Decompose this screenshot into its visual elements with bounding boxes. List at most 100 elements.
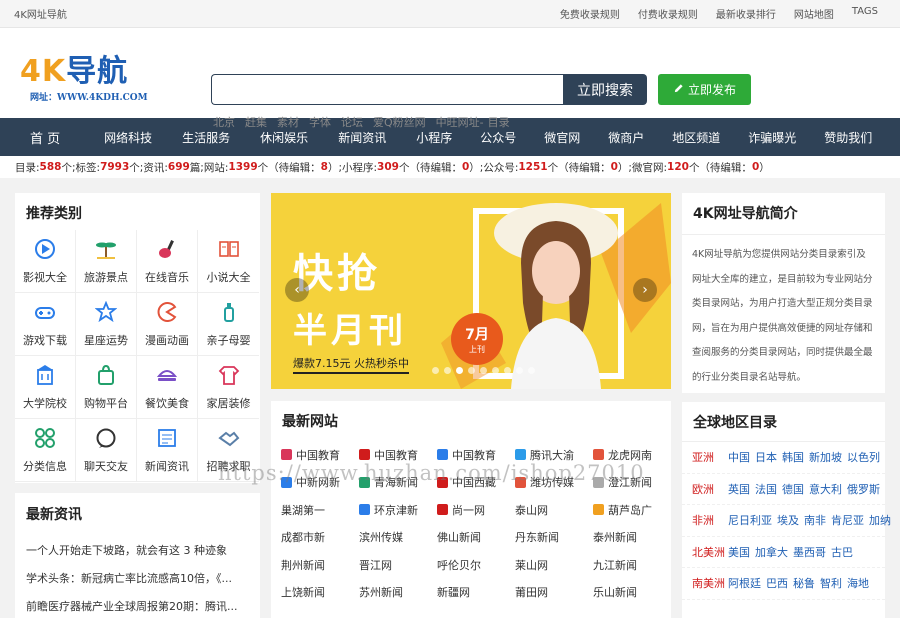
region-country-link[interactable]: 埃及 xyxy=(777,512,799,528)
category-item[interactable]: 家居装修 xyxy=(198,356,259,419)
hot-word[interactable]: 目录 xyxy=(488,114,510,130)
site-link[interactable]: 上饶新闻 xyxy=(281,584,359,600)
category-item[interactable]: 大学院校 xyxy=(15,356,76,419)
nav-item[interactable]: 小程序 xyxy=(416,129,452,146)
site-link[interactable]: 中国教育 xyxy=(437,447,515,463)
nav-item[interactable]: 公众号 xyxy=(480,129,516,146)
site-link[interactable]: 尚一网 xyxy=(437,502,515,518)
news-item[interactable]: 前瞻医疗器械产业全球周报第20期：腾讯... xyxy=(15,593,260,618)
banner-dot[interactable] xyxy=(444,367,451,374)
region-country-link[interactable]: 法国 xyxy=(755,481,777,497)
region-country-link[interactable]: 新加坡 xyxy=(809,449,842,465)
nav-item[interactable]: 诈骗曝光 xyxy=(748,129,796,146)
category-item[interactable]: 小说大全 xyxy=(198,230,259,293)
hot-word[interactable]: 北京 xyxy=(213,114,235,130)
nav-item[interactable]: 生活服务 xyxy=(182,129,230,146)
site-link[interactable]: 晋江网 xyxy=(359,557,437,573)
promo-banner[interactable]: 快抢 半月刊 爆款7.15元 火热秒杀中 7月 上刊 xyxy=(271,193,671,389)
region-country-link[interactable]: 阿根廷 xyxy=(728,575,761,591)
region-country-link[interactable]: 智利 xyxy=(820,575,842,591)
top-link-latest-ranking[interactable]: 最新收录排行 xyxy=(716,6,776,21)
hot-word[interactable]: 素材 xyxy=(277,114,299,130)
site-link[interactable]: 滨州传媒 xyxy=(359,529,437,545)
site-link[interactable]: 呼伦贝尔 xyxy=(437,557,515,573)
region-name[interactable]: 亚洲 xyxy=(692,449,714,465)
site-link[interactable]: 莆田网 xyxy=(515,584,593,600)
banner-prev-arrow[interactable]: ‹ xyxy=(285,278,309,302)
site-link[interactable]: 葫芦岛广 xyxy=(593,502,671,518)
region-country-link[interactable]: 韩国 xyxy=(782,449,804,465)
nav-item[interactable]: 休闲娱乐 xyxy=(260,129,308,146)
site-link[interactable]: 乐山新闻 xyxy=(593,584,671,600)
hot-word[interactable]: 中旺网址- xyxy=(436,114,484,130)
region-name[interactable]: 非洲 xyxy=(692,512,714,528)
banner-dot[interactable] xyxy=(516,367,523,374)
region-country-link[interactable]: 肯尼亚 xyxy=(831,512,864,528)
category-item[interactable]: 在线音乐 xyxy=(137,230,198,293)
region-country-link[interactable]: 加拿大 xyxy=(755,544,788,560)
site-link[interactable]: 潍坊传媒 xyxy=(515,474,593,490)
news-item[interactable]: 一个人开始走下坡路，就会有这 3 种迹象 xyxy=(15,537,260,565)
site-link[interactable]: 成都市新 xyxy=(281,529,359,545)
site-link[interactable]: 龙虎网南 xyxy=(593,447,671,463)
region-country-link[interactable]: 日本 xyxy=(755,449,777,465)
region-name[interactable]: 南美洲 xyxy=(692,575,725,591)
site-logo[interactable]: 4K导航 网址：WWW.4KDH.COM xyxy=(20,54,160,110)
nav-item[interactable]: 微官网 xyxy=(544,129,580,146)
nav-item[interactable]: 微商户 xyxy=(608,129,644,146)
site-link[interactable]: 莱山网 xyxy=(515,557,593,573)
site-link[interactable]: 中新网新 xyxy=(281,474,359,490)
site-link[interactable]: 中国教育 xyxy=(359,447,437,463)
banner-dot[interactable] xyxy=(504,367,511,374)
region-country-link[interactable]: 尼日利亚 xyxy=(728,512,772,528)
region-country-link[interactable]: 意大利 xyxy=(809,481,842,497)
category-item[interactable]: 漫画动画 xyxy=(137,293,198,356)
category-item[interactable]: 餐饮美食 xyxy=(137,356,198,419)
region-country-link[interactable]: 海地 xyxy=(847,575,869,591)
nav-home[interactable]: 首 页 xyxy=(30,128,60,147)
region-country-link[interactable]: 俄罗斯 xyxy=(847,481,880,497)
hot-word[interactable]: 论坛 xyxy=(341,114,363,130)
category-item[interactable]: 亲子母婴 xyxy=(198,293,259,356)
category-item[interactable]: 旅游景点 xyxy=(76,230,137,293)
site-link[interactable]: 泰山网 xyxy=(515,502,593,518)
banner-dot[interactable] xyxy=(468,367,475,374)
category-item[interactable]: 星座运势 xyxy=(76,293,137,356)
category-item[interactable]: 购物平台 xyxy=(76,356,137,419)
top-link-tags[interactable]: TAGS xyxy=(852,6,878,21)
publish-button[interactable]: 立即发布 xyxy=(658,74,751,105)
nav-item[interactable]: 赞助我们 xyxy=(824,129,872,146)
region-name[interactable]: 欧洲 xyxy=(692,481,714,497)
category-item[interactable]: 招聘求职 xyxy=(198,419,259,482)
site-link[interactable]: 九江新闻 xyxy=(593,557,671,573)
site-link[interactable]: 巢湖第一 xyxy=(281,502,359,518)
region-country-link[interactable]: 美国 xyxy=(728,544,750,560)
site-link[interactable]: 环京津新 xyxy=(359,502,437,518)
region-country-link[interactable]: 德国 xyxy=(782,481,804,497)
region-country-link[interactable]: 秘鲁 xyxy=(793,575,815,591)
nav-item[interactable]: 地区频道 xyxy=(672,129,720,146)
category-item[interactable]: 分类信息 xyxy=(15,419,76,482)
banner-dot[interactable] xyxy=(492,367,499,374)
site-link[interactable]: 腾讯大渝 xyxy=(515,447,593,463)
top-link-sitemap[interactable]: 网站地图 xyxy=(794,6,834,21)
site-link[interactable]: 丹东新闻 xyxy=(515,529,593,545)
region-country-link[interactable]: 加纳 xyxy=(869,512,891,528)
region-country-link[interactable]: 中国 xyxy=(728,449,750,465)
site-link[interactable]: 中国教育 xyxy=(281,447,359,463)
site-link[interactable]: 中国西藏 xyxy=(437,474,515,490)
banner-dot[interactable] xyxy=(432,367,439,374)
site-link[interactable]: 荆州新闻 xyxy=(281,557,359,573)
banner-dot[interactable] xyxy=(528,367,535,374)
banner-dot[interactable] xyxy=(480,367,487,374)
site-link[interactable]: 澄江新闻 xyxy=(593,474,671,490)
news-item[interactable]: 学术头条：新冠病亡率比流感高10倍，《... xyxy=(15,565,260,593)
search-button[interactable]: 立即搜索 xyxy=(563,74,647,105)
region-country-link[interactable]: 英国 xyxy=(728,481,750,497)
category-item[interactable]: 聊天交友 xyxy=(76,419,137,482)
top-site-name[interactable]: 4K网址导航 xyxy=(14,6,67,21)
category-item[interactable]: 新闻资讯 xyxy=(137,419,198,482)
site-link[interactable]: 佛山新闻 xyxy=(437,529,515,545)
top-link-free-rules[interactable]: 免费收录规则 xyxy=(560,6,620,21)
site-link[interactable]: 青海新闻 xyxy=(359,474,437,490)
